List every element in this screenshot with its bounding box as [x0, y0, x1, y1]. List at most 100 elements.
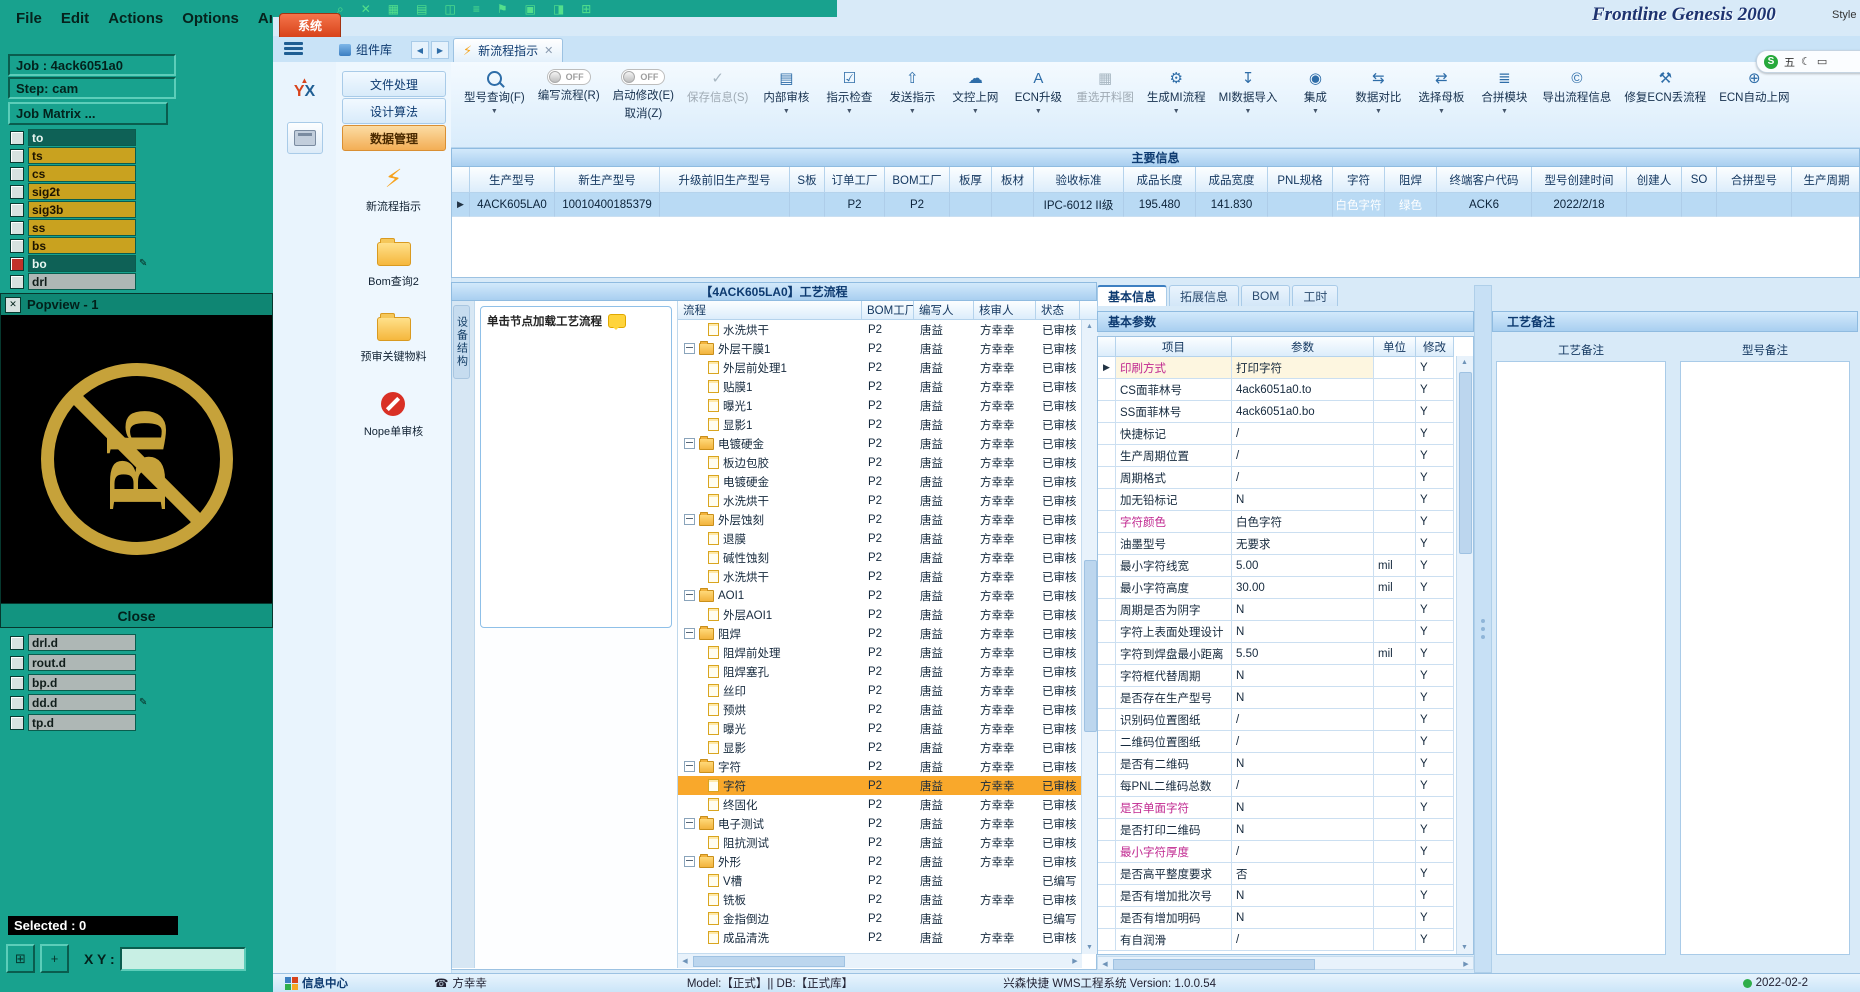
param-value-cell[interactable]: /	[1232, 423, 1374, 445]
layer-checkbox[interactable]	[10, 256, 24, 271]
expand-icon[interactable]	[684, 628, 695, 639]
column-header[interactable]: 编写人	[914, 301, 974, 320]
layer-row[interactable]: bs	[10, 237, 136, 254]
column-header[interactable]: 单位	[1374, 337, 1416, 357]
param-value-cell[interactable]: N	[1232, 907, 1374, 929]
layer-row[interactable]: bo ✎	[10, 255, 147, 272]
column-header[interactable]: 修改	[1416, 337, 1454, 357]
column-header[interactable]: S板	[790, 167, 825, 193]
column-header[interactable]: 终端客户代码	[1437, 167, 1532, 193]
dropdown-caret-icon[interactable]: ▼	[1438, 108, 1445, 115]
toolbar-button[interactable]: 型号查询(F) ▼	[461, 67, 528, 117]
param-value-cell[interactable]: N	[1232, 665, 1374, 687]
layer-checkbox[interactable]	[10, 220, 24, 235]
param-value-cell[interactable]: /	[1232, 445, 1374, 467]
tree-row[interactable]: 成品清洗 P2 唐益 方幸幸 已审核	[678, 928, 1082, 947]
column-header[interactable]: 合拼型号	[1717, 167, 1792, 193]
cam-menu-item[interactable]: Anal	[258, 10, 272, 27]
toggle-off-switch[interactable]: OFF	[621, 69, 666, 85]
toolbar-button[interactable]: ⚒ 修复ECN丢流程	[1621, 67, 1709, 107]
measure-icon[interactable]: ⊞	[581, 3, 591, 15]
param-row[interactable]: 每PNL二维码总数 / Y	[1098, 775, 1473, 797]
param-value-cell[interactable]: 4ack6051a0.bo	[1232, 401, 1374, 423]
toolbar-button[interactable]: ⊕ ECN自动上网	[1716, 67, 1792, 107]
column-header[interactable]: 验收标准	[1034, 167, 1124, 193]
scroll-right-icon[interactable]: ▶	[1459, 957, 1473, 970]
param-row[interactable]: 最小字符厚度 / Y	[1098, 841, 1473, 863]
tree-row[interactable]: 水洗烘干 P2 唐益 方幸幸 已审核	[678, 567, 1082, 586]
column-header[interactable]: 流程	[678, 301, 862, 320]
param-value-cell[interactable]: 30.00	[1232, 577, 1374, 599]
tree-row[interactable]: 水洗烘干 P2 唐益 方幸幸 已审核	[678, 491, 1082, 510]
param-row[interactable]: 是否存在生产型号 N Y	[1098, 687, 1473, 709]
layer-checkbox[interactable]	[10, 184, 24, 199]
board-icon[interactable]: ▣	[525, 3, 536, 15]
column-header[interactable]: 项目	[1116, 337, 1232, 357]
flag-icon[interactable]: ⚑	[497, 3, 508, 15]
layer-row[interactable]: sig3b	[10, 201, 136, 218]
column-header[interactable]: 生产型号	[470, 167, 555, 193]
layer-checkbox[interactable]	[10, 655, 24, 670]
tree-row[interactable]: 字符 P2 唐益 方幸幸 已审核	[678, 757, 1082, 776]
toolbar-button[interactable]: ≣ 合拼模块 ▼	[1476, 67, 1532, 117]
column-header[interactable]: 参数	[1232, 337, 1374, 357]
expand-icon[interactable]	[684, 514, 695, 525]
column-header[interactable]: 成品宽度	[1196, 167, 1268, 193]
param-row[interactable]: 字符到焊盘最小距离 5.50 mil Y	[1098, 643, 1473, 665]
tree-row[interactable]: 阻焊前处理 P2 唐益 方幸幸 已审核	[678, 643, 1082, 662]
cam-menu-item[interactable]: File	[16, 10, 42, 27]
dropdown-caret-icon[interactable]: ▼	[783, 108, 790, 115]
toolbar-button[interactable]: ⚙ 生成MI流程 ▼	[1144, 67, 1209, 117]
tree-row[interactable]: 丝印 P2 唐益 方幸幸 已审核	[678, 681, 1082, 700]
dropdown-caret-icon[interactable]: ▼	[1035, 108, 1042, 115]
toolbar-button[interactable]: A ECN升级 ▼	[1010, 67, 1066, 117]
dropdown-caret-icon[interactable]: ▼	[1375, 108, 1382, 115]
popview-titlebar[interactable]: ✕ Popview - 1	[1, 294, 272, 315]
layer-row[interactable]: drl	[10, 273, 136, 290]
sidebar-shortcut[interactable]: Bom查询2	[368, 238, 419, 289]
expand-icon[interactable]	[684, 761, 695, 772]
close-icon[interactable]: ✕	[361, 3, 371, 15]
column-header[interactable]: 订单工厂	[825, 167, 885, 193]
param-value-cell[interactable]: 5.50	[1232, 643, 1374, 665]
cam-menu-item[interactable]: Options	[182, 10, 239, 27]
ime-moon-icon[interactable]: ☾	[1801, 55, 1811, 68]
param-value-cell[interactable]: /	[1232, 775, 1374, 797]
toolbar-button[interactable]: ☑ 指示检查 ▼	[821, 67, 877, 117]
tree-row[interactable]: 字符 P2 唐益 方幸幸 已审核	[678, 776, 1082, 795]
param-row[interactable]: 是否单面字符 N Y	[1098, 797, 1473, 819]
param-row[interactable]: 最小字符高度 30.00 mil Y	[1098, 577, 1473, 599]
param-row[interactable]: 二维码位置图纸 / Y	[1098, 731, 1473, 753]
sidebar-item-file-processing[interactable]: 文件处理	[342, 71, 446, 97]
column-header[interactable]: BOM工厂	[862, 301, 914, 320]
list-icon[interactable]: ≡	[473, 3, 480, 15]
tab-work-hours[interactable]: 工时	[1292, 285, 1339, 306]
scroll-left-icon[interactable]: ◀	[678, 954, 692, 967]
tree-vertical-scrollbar[interactable]: ▲ ▼	[1081, 320, 1098, 954]
toolbar-button[interactable]: ↧ MI数据导入 ▼	[1216, 67, 1281, 117]
tab-device-structure[interactable]: 设备结构	[453, 305, 470, 379]
expand-icon[interactable]	[684, 438, 695, 449]
tab-close-icon[interactable]: ✕	[544, 44, 553, 57]
layer-checkbox[interactable]	[10, 715, 24, 730]
param-row[interactable]: CS面菲林号 4ack6051a0.to Y	[1098, 379, 1473, 401]
scroll-left-icon[interactable]: ◀	[1098, 957, 1112, 970]
scrollbar-thumb[interactable]	[1459, 372, 1472, 554]
tree-row[interactable]: 阻焊 P2 唐益 方幸幸 已审核	[678, 624, 1082, 643]
scrollbar-thumb[interactable]	[693, 956, 845, 967]
param-value-cell[interactable]: /	[1232, 929, 1374, 951]
layer-checkbox[interactable]	[10, 274, 24, 289]
layer-checkbox[interactable]	[10, 695, 24, 710]
tree-row[interactable]: 退膜 P2 唐益 方幸幸 已审核	[678, 529, 1082, 548]
column-header[interactable]: 板厚	[950, 167, 992, 193]
expand-icon[interactable]	[684, 343, 695, 354]
layer-row[interactable]: drl.d	[10, 634, 136, 651]
film-icon[interactable]: ◨	[553, 3, 564, 15]
toolbar-button[interactable]: ⇆ 数据对比 ▼	[1350, 67, 1406, 117]
device-button[interactable]	[287, 122, 323, 154]
popview-close-icon[interactable]: ✕	[5, 296, 21, 313]
column-header[interactable]: 核审人	[974, 301, 1036, 320]
layer-row[interactable]: cs	[10, 165, 136, 182]
param-value-cell[interactable]: N	[1232, 797, 1374, 819]
tree-row[interactable]: 显影 P2 唐益 方幸幸 已审核	[678, 738, 1082, 757]
